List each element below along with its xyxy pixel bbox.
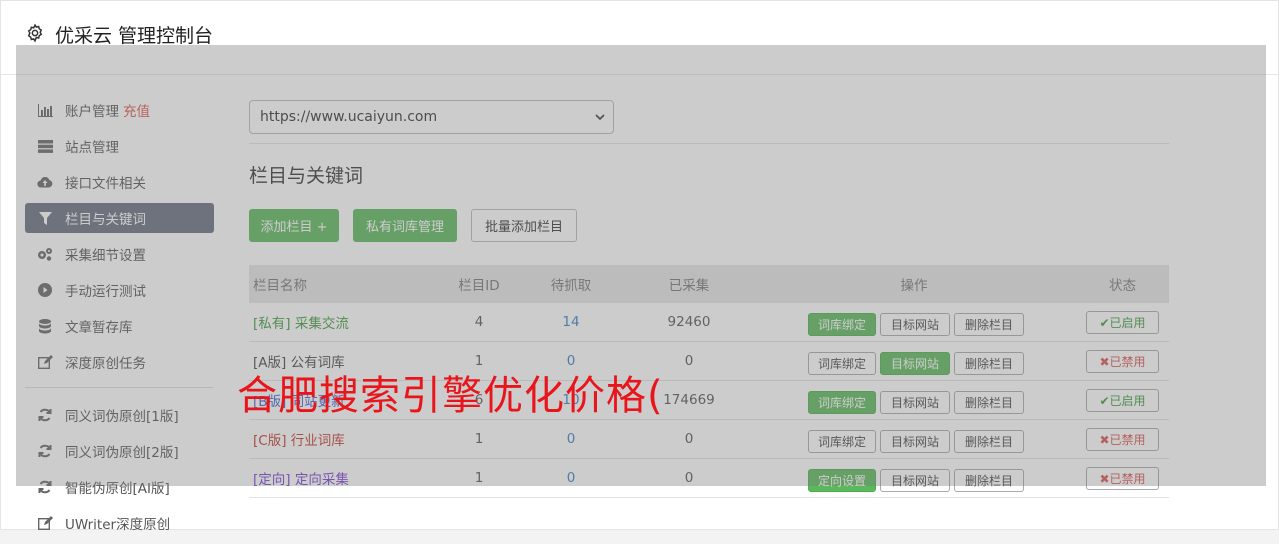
gear-icon: [27, 23, 43, 43]
sidebar-item-label: UWriter深度原创: [65, 517, 171, 533]
sidebar-item-uwriter[interactable]: UWriter深度原创: [25, 508, 214, 538]
edit-icon: [37, 515, 53, 531]
console-window: 优采云 管理控制台 账户管理 充值 站点管理 接口文件相关 栏目与关键词 采集细…: [0, 0, 1279, 533]
page-title: 优采云 管理控制台: [55, 25, 214, 47]
watermark-text: 合肥搜索引擎优化价格(: [237, 373, 664, 419]
